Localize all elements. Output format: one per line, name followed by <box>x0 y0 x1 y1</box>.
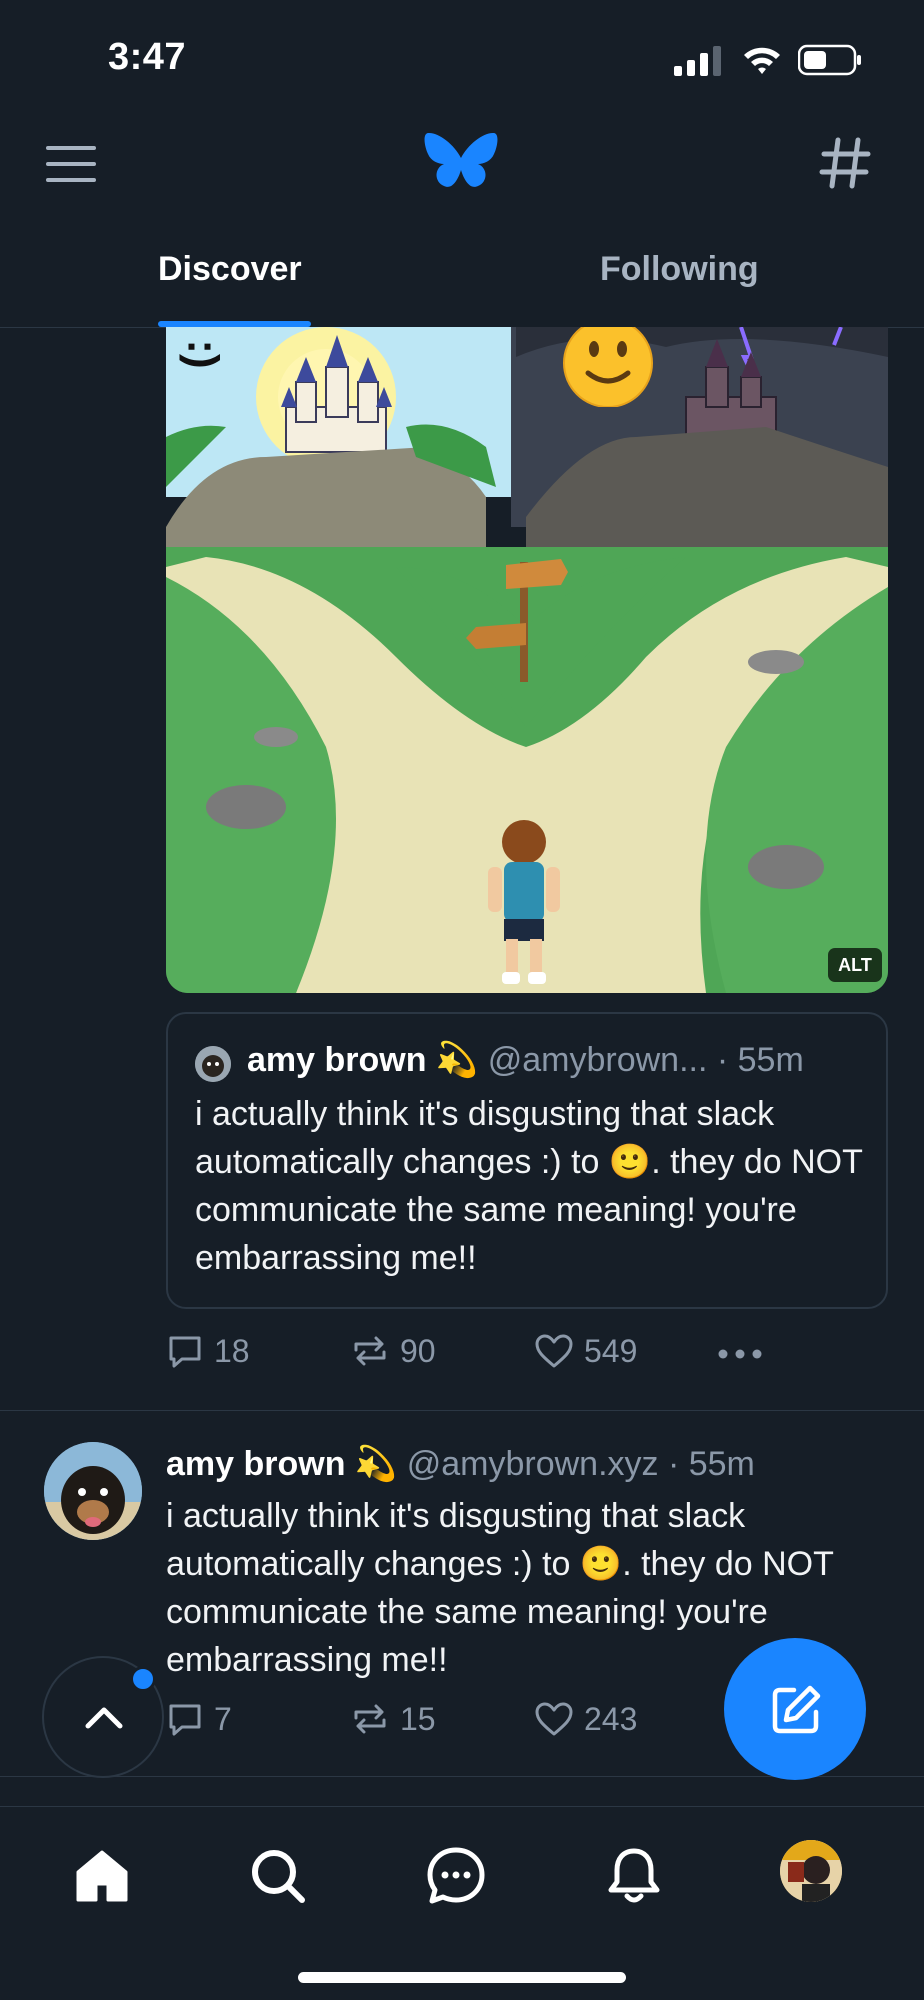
quote-timestamp: · 55m <box>716 1041 804 1079</box>
status-time: 3:47 <box>108 36 187 78</box>
like-count: 243 <box>584 1700 638 1737</box>
cell-signal-icon <box>674 46 721 76</box>
heart-icon <box>535 1702 573 1736</box>
reply-count: 18 <box>214 1332 250 1369</box>
repost-button[interactable]: 15 <box>350 1700 436 1738</box>
alt-text-badge[interactable]: ALT <box>828 948 882 982</box>
search-icon[interactable] <box>248 1846 308 1906</box>
quote-text: i actually think it's disgusting that sl… <box>195 1095 863 1277</box>
home-indicator <box>298 1972 626 1983</box>
chevron-up-icon <box>85 1707 123 1729</box>
reply-icon <box>169 1704 201 1736</box>
image-smiley-text: :) <box>178 339 228 369</box>
wifi-icon <box>744 47 780 74</box>
post-header: amy brown 💫 @amybrown.xyz · 55m <box>166 1444 755 1484</box>
like-count: 549 <box>584 1332 638 1369</box>
reply-button[interactable]: 18 <box>166 1332 250 1370</box>
crossroads-illustration <box>166 327 888 993</box>
battery-icon <box>798 44 861 76</box>
reply-button[interactable]: 7 <box>166 1700 232 1738</box>
reply-icon <box>169 1336 201 1368</box>
compose-button[interactable] <box>724 1638 866 1780</box>
new-posts-dot <box>130 1666 156 1692</box>
repost-count: 15 <box>400 1700 436 1737</box>
bell-icon[interactable] <box>604 1846 664 1906</box>
tab-discover[interactable]: Discover <box>158 250 302 289</box>
heart-icon <box>535 1334 573 1368</box>
post-divider <box>0 1410 924 1411</box>
quote-author-name[interactable]: amy brown 💫 <box>247 1041 478 1079</box>
slightly-smiling-emoji-icon <box>563 327 653 407</box>
repost-icon <box>354 1336 386 1366</box>
tab-following[interactable]: Following <box>600 250 759 289</box>
butterfly-icon[interactable] <box>424 130 498 196</box>
repost-button[interactable]: 90 <box>350 1332 436 1370</box>
post-image[interactable]: :) <box>166 327 888 993</box>
post-author-name[interactable]: amy brown 💫 <box>166 1445 397 1483</box>
repost-icon <box>354 1704 386 1734</box>
quote-author-handle[interactable]: @amybrown... <box>488 1041 708 1079</box>
quote-header: amy brown 💫 @amybrown... · 55m <box>247 1040 804 1080</box>
hash-icon[interactable] <box>818 136 872 190</box>
like-button[interactable]: 549 <box>534 1332 637 1370</box>
post-timestamp: · 55m <box>667 1445 755 1483</box>
chat-icon[interactable] <box>426 1846 486 1906</box>
like-button[interactable]: 243 <box>534 1700 637 1738</box>
post-author-handle[interactable]: @amybrown.xyz <box>407 1445 659 1483</box>
reply-count: 7 <box>214 1700 232 1737</box>
repost-count: 90 <box>400 1332 436 1369</box>
menu-icon[interactable] <box>46 146 96 182</box>
profile-avatar[interactable] <box>780 1840 842 1902</box>
quote-author-avatar[interactable] <box>195 1046 231 1082</box>
more-options-icon[interactable] <box>718 1349 762 1359</box>
home-icon[interactable] <box>72 1846 132 1906</box>
post-author-avatar[interactable] <box>44 1442 142 1540</box>
compose-icon <box>772 1685 821 1734</box>
